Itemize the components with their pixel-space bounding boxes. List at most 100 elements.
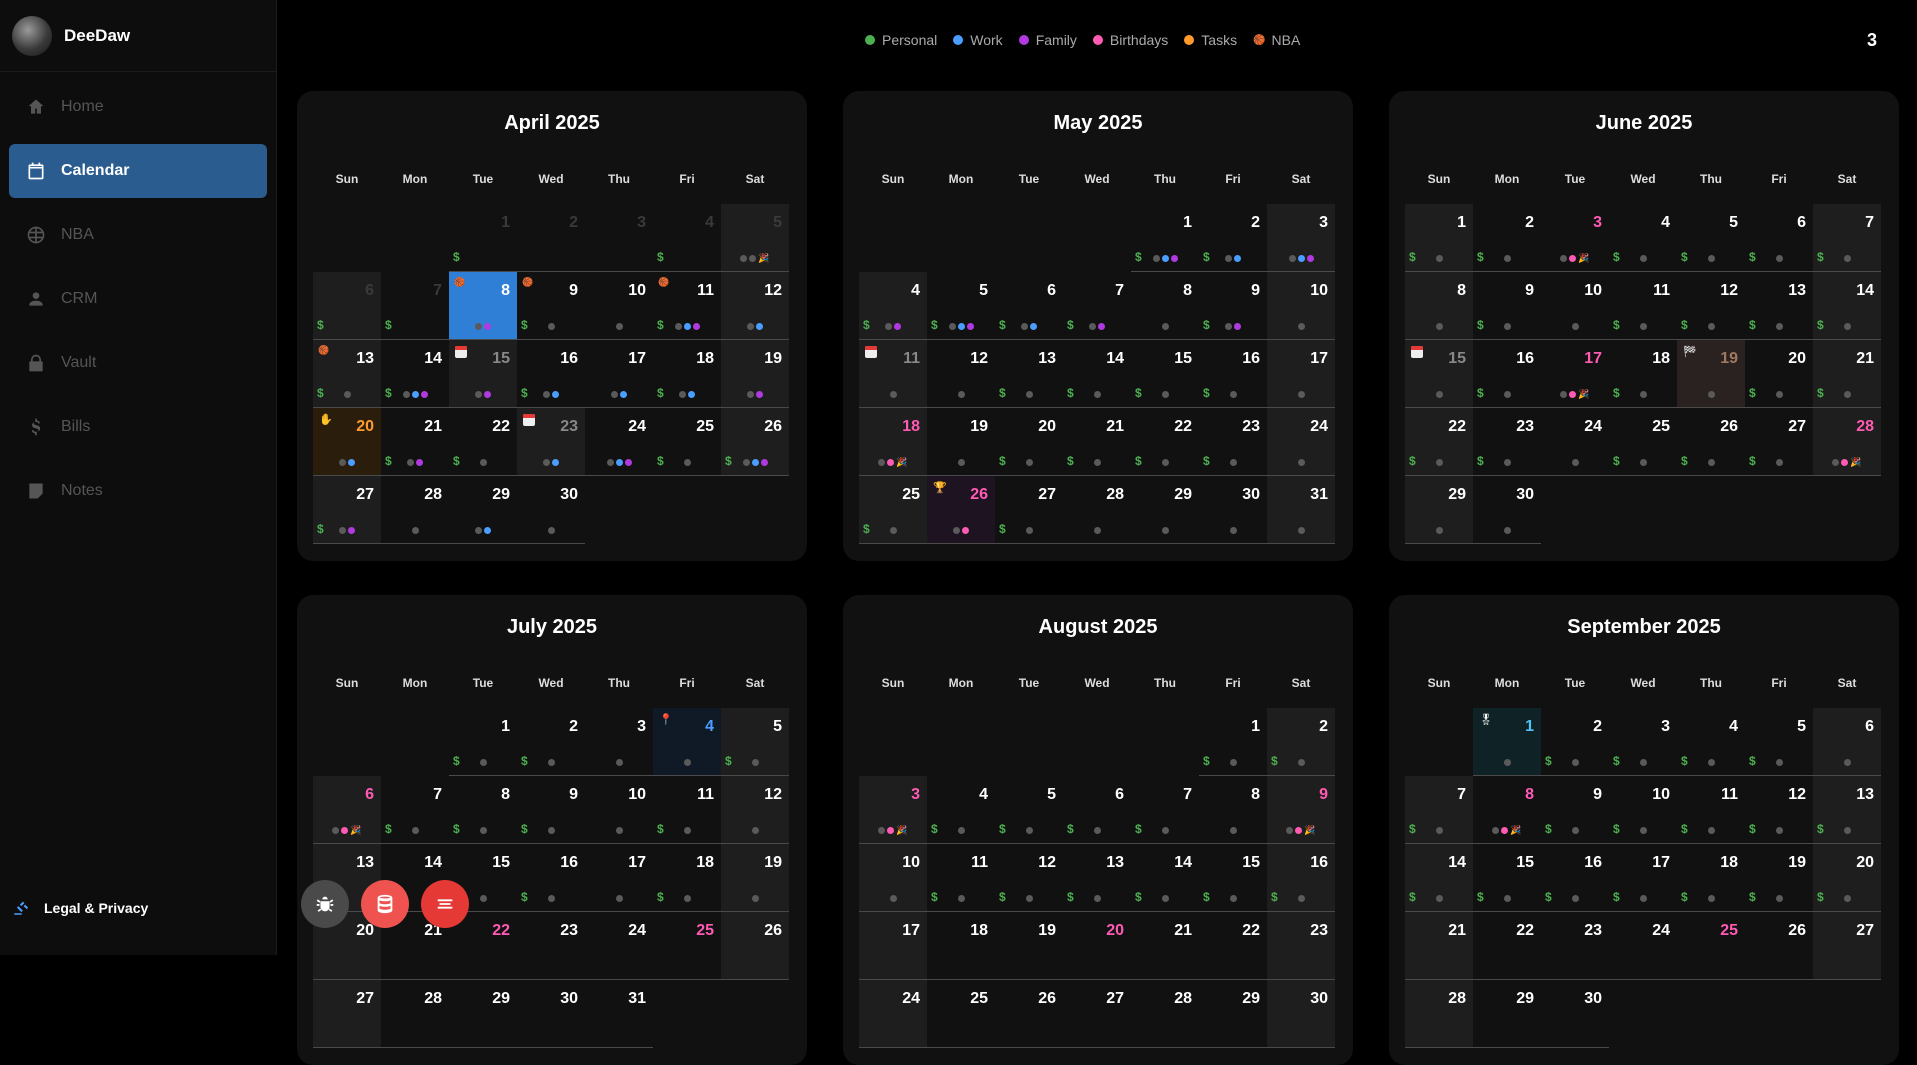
calendar-day[interactable]: 8: [1131, 272, 1199, 340]
calendar-day[interactable]: 12: [721, 776, 789, 844]
calendar-day[interactable]: 10: [859, 844, 927, 912]
calendar-day[interactable]: 24: [859, 980, 927, 1048]
calendar-day[interactable]: 27: [1063, 980, 1131, 1048]
calendar-day[interactable]: 22 $: [1131, 408, 1199, 476]
calendar-day[interactable]: 18 $: [1677, 844, 1745, 912]
calendar-day[interactable]: 7 $: [1063, 272, 1131, 340]
calendar-day[interactable]: 10: [1267, 272, 1335, 340]
calendar-day[interactable]: 8 🎉: [1473, 776, 1541, 844]
calendar-day[interactable]: 2: [517, 204, 585, 272]
calendar-day[interactable]: 19: [721, 844, 789, 912]
calendar-day[interactable]: 2 $: [1267, 708, 1335, 776]
calendar-day[interactable]: 4 📍: [653, 708, 721, 776]
calendar-day[interactable]: 4 $: [653, 204, 721, 272]
calendar-day[interactable]: 14 $: [381, 340, 449, 408]
calendar-day[interactable]: 3 🎉: [859, 776, 927, 844]
calendar-day[interactable]: 10: [585, 272, 653, 340]
calendar-day[interactable]: 28 🎉: [1813, 408, 1881, 476]
calendar-day[interactable]: 26: [721, 912, 789, 980]
calendar-day[interactable]: 6 $: [1745, 204, 1813, 272]
calendar-day[interactable]: 29: [1199, 980, 1267, 1048]
calendar-day[interactable]: 9 🎉: [1267, 776, 1335, 844]
calendar-day[interactable]: 6 $: [313, 272, 381, 340]
calendar-day[interactable]: 17 $: [1609, 844, 1677, 912]
calendar-day[interactable]: 29: [449, 476, 517, 544]
calendar-day[interactable]: 2 $: [1199, 204, 1267, 272]
calendar-day[interactable]: 14 $: [1405, 844, 1473, 912]
calendar-day[interactable]: 23: [1541, 912, 1609, 980]
calendar-day[interactable]: 12 $: [995, 844, 1063, 912]
legend-item-family[interactable]: Family: [1018, 32, 1077, 48]
calendar-day[interactable]: 11: [859, 340, 927, 408]
calendar-day[interactable]: 9 $: [1541, 776, 1609, 844]
calendar-day[interactable]: 30: [517, 980, 585, 1048]
calendar-day[interactable]: 20 $: [995, 408, 1063, 476]
calendar-day[interactable]: 7 $: [381, 272, 449, 340]
calendar-day[interactable]: 10: [1541, 272, 1609, 340]
calendar-day[interactable]: 29: [1405, 476, 1473, 544]
calendar-day[interactable]: 16 $: [1267, 844, 1335, 912]
calendar-day[interactable]: 5 $: [995, 776, 1063, 844]
sidebar-item-bills[interactable]: Bills: [9, 400, 267, 454]
calendar-day[interactable]: 23: [517, 408, 585, 476]
database-fab-button[interactable]: [361, 880, 409, 928]
calendar-day[interactable]: 17: [1267, 340, 1335, 408]
calendar-day[interactable]: 27 $: [1745, 408, 1813, 476]
calendar-day[interactable]: 20 ✋: [313, 408, 381, 476]
calendar-day[interactable]: 12 $: [1677, 272, 1745, 340]
calendar-day[interactable]: 24: [585, 408, 653, 476]
calendar-day[interactable]: 6 $: [1063, 776, 1131, 844]
calendar-day[interactable]: 25 $: [1609, 408, 1677, 476]
calendar-day[interactable]: 22: [1199, 912, 1267, 980]
calendar-day[interactable]: 30: [1267, 980, 1335, 1048]
calendar-day[interactable]: 16 $: [1541, 844, 1609, 912]
calendar-day[interactable]: 17 🎉: [1541, 340, 1609, 408]
calendar-day[interactable]: 25: [1677, 912, 1745, 980]
calendar-day[interactable]: 3: [1267, 204, 1335, 272]
calendar-day[interactable]: 26 $: [721, 408, 789, 476]
calendar-day[interactable]: 24: [1267, 408, 1335, 476]
calendar-day[interactable]: 1 $: [449, 708, 517, 776]
calendar-day[interactable]: 16 $: [517, 844, 585, 912]
calendar-day[interactable]: 1 🎖: [1473, 708, 1541, 776]
calendar-day[interactable]: 19: [995, 912, 1063, 980]
calendar-day[interactable]: 25 $: [653, 408, 721, 476]
sidebar-item-crm[interactable]: CRM: [9, 272, 267, 326]
calendar-day[interactable]: 2 $: [517, 708, 585, 776]
calendar-day[interactable]: 24: [1541, 408, 1609, 476]
calendar-day[interactable]: 3 $: [1609, 708, 1677, 776]
calendar-day[interactable]: 18 $: [653, 844, 721, 912]
calendar-day[interactable]: 8: [1199, 776, 1267, 844]
calendar-day[interactable]: 15: [1405, 340, 1473, 408]
calendar-day[interactable]: 7 $: [1131, 776, 1199, 844]
calendar-day[interactable]: 25 $: [859, 476, 927, 544]
brand-header[interactable]: DeeDaw: [0, 0, 276, 72]
calendar-day[interactable]: 20: [1063, 912, 1131, 980]
calendar-day[interactable]: 7 $: [1813, 204, 1881, 272]
calendar-day[interactable]: 27 $: [995, 476, 1063, 544]
calendar-day[interactable]: 17: [585, 340, 653, 408]
calendar-day[interactable]: 20 $: [1813, 844, 1881, 912]
calendar-day[interactable]: 26 $: [1677, 408, 1745, 476]
calendar-day[interactable]: 3: [585, 708, 653, 776]
legal-privacy-link[interactable]: Legal & Privacy: [12, 899, 148, 917]
calendar-day[interactable]: 31: [585, 980, 653, 1048]
calendar-day[interactable]: 22 $: [449, 408, 517, 476]
calendar-day[interactable]: 1 $: [1405, 204, 1473, 272]
calendar-day[interactable]: 16 $: [517, 340, 585, 408]
calendar-day[interactable]: 30: [1541, 980, 1609, 1048]
calendar-day[interactable]: 13 $: [1063, 844, 1131, 912]
sidebar-item-calendar[interactable]: Calendar: [9, 144, 267, 198]
calendar-day[interactable]: 13 $: [995, 340, 1063, 408]
calendar-day[interactable]: 18: [927, 912, 995, 980]
sidebar-item-vault[interactable]: Vault: [9, 336, 267, 390]
calendar-day[interactable]: 2 $: [1541, 708, 1609, 776]
sidebar-item-notes[interactable]: Notes: [9, 464, 267, 518]
calendar-day[interactable]: 9 🏀 $: [517, 272, 585, 340]
bug-fab-button[interactable]: [301, 880, 349, 928]
calendar-day[interactable]: 3: [585, 204, 653, 272]
calendar-day[interactable]: 12 $: [1745, 776, 1813, 844]
calendar-day[interactable]: 16 $: [1473, 340, 1541, 408]
legend-item-nba[interactable]: 🏀 NBA: [1253, 32, 1300, 48]
calendar-day[interactable]: 27: [1813, 912, 1881, 980]
